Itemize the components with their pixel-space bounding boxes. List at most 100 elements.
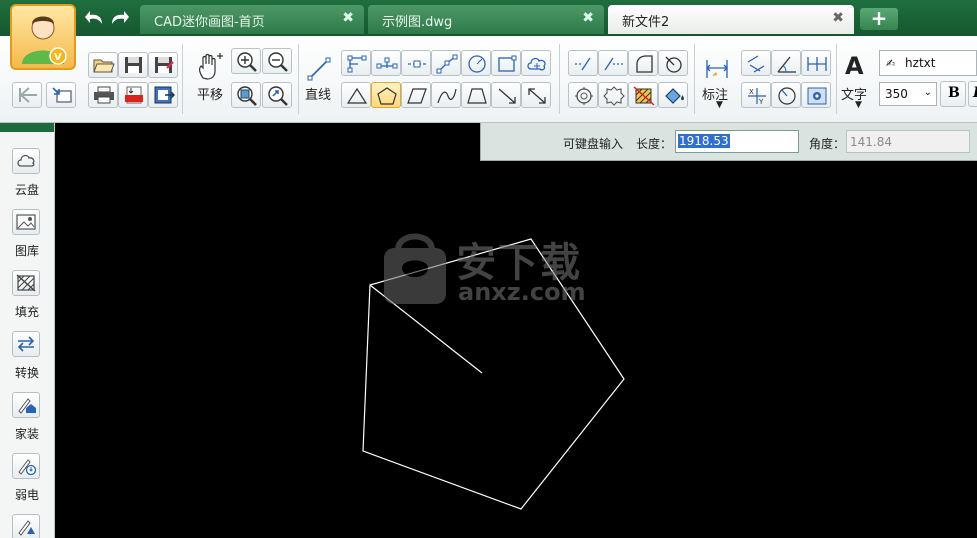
sidebar-item-convert[interactable]: 转换: [0, 331, 54, 391]
convert-icon: [12, 331, 40, 357]
zoom-out-button[interactable]: [262, 48, 292, 74]
sidebar-top-strip: [0, 123, 54, 132]
tab-close-icon[interactable]: ✖: [582, 10, 594, 26]
sidebar-item-cloud[interactable]: 云盘: [0, 148, 54, 208]
fill-bucket-tool-button[interactable]: [658, 82, 688, 108]
line-label: 直线: [305, 88, 332, 103]
canvas-drawing: [362, 238, 625, 510]
angle-input[interactable]: 141.84: [846, 130, 970, 153]
line-tool-icon[interactable]: [306, 56, 332, 82]
cloud-line-tool-button[interactable]: [521, 50, 551, 76]
divider: [298, 44, 299, 114]
angle-dimension-button[interactable]: [771, 50, 801, 76]
rotate-tool-button[interactable]: [568, 82, 598, 108]
watermark: 安下载 anxz.com: [380, 228, 600, 310]
sidebar-item-label: 填充: [14, 305, 39, 319]
export-image-button[interactable]: [148, 82, 178, 108]
polyline-tool-button[interactable]: [341, 50, 371, 76]
font-name-value: hztxt: [905, 56, 936, 70]
coordinate-dimension-button[interactable]: XY: [741, 82, 771, 108]
trim-tool-button[interactable]: [568, 50, 598, 76]
italic-button[interactable]: I: [968, 81, 977, 107]
dimension-dropdown-icon[interactable]: ▼: [716, 100, 723, 110]
zoom-window-button[interactable]: [231, 82, 261, 108]
hatch-icon: [12, 270, 40, 296]
arrow-line-tool-button[interactable]: [491, 82, 521, 108]
open-button[interactable]: [88, 52, 118, 78]
font-name-select[interactable]: ✍ hztxt: [879, 50, 977, 76]
low-voltage-icon: [12, 453, 40, 479]
font-size-select[interactable]: 350 ⌄: [879, 82, 937, 106]
hatch-tool-button[interactable]: [628, 82, 658, 108]
vip-badge: V: [54, 52, 62, 63]
double-arrow-tool-button[interactable]: [521, 82, 551, 108]
dimension-settings-button[interactable]: [801, 82, 831, 108]
save-button[interactable]: [118, 52, 148, 78]
length-value: 1918.53: [678, 134, 730, 148]
triangle-tool-button[interactable]: [341, 82, 371, 108]
text-dropdown-icon[interactable]: ▼: [855, 100, 862, 110]
fillet-tool-button[interactable]: [628, 50, 658, 76]
polygon-tool-button[interactable]: [371, 82, 401, 108]
back-button[interactable]: [12, 82, 42, 108]
chevron-down-icon: ⌄: [923, 87, 932, 98]
save-as-button[interactable]: [148, 52, 178, 78]
tab-new-file-2[interactable]: 新文件2 ✖: [608, 5, 854, 34]
aligned-dimension-button[interactable]: [741, 50, 771, 76]
redo-icon[interactable]: [108, 8, 130, 28]
watermark-bag-icon: [384, 233, 446, 304]
bold-glyph: B: [948, 85, 960, 101]
tab-label: CAD迷你画图-首页: [154, 15, 265, 30]
break-tool-button[interactable]: [658, 50, 688, 76]
extend-tool-button[interactable]: [598, 50, 628, 76]
ribbon-toolbar: 平移 直线 标注 ▼ X Y A 文字 ▼ ✍ hztxt 350 ⌄ B: [0, 36, 977, 123]
zoom-extents-button[interactable]: [262, 82, 292, 108]
dimension-label: 标注: [702, 88, 729, 103]
spline-tool-button[interactable]: [431, 82, 461, 108]
drawing-canvas[interactable]: [55, 123, 977, 538]
double-line-tool-button[interactable]: [401, 50, 431, 76]
radius-dimension-button[interactable]: [771, 82, 801, 108]
text-tool-icon[interactable]: A: [845, 52, 864, 80]
home-decor-icon: [12, 392, 40, 418]
tab-close-icon[interactable]: ✖: [342, 10, 354, 26]
avatar[interactable]: V: [10, 4, 76, 70]
export-pdf-button[interactable]: [118, 82, 148, 108]
continue-dimension-button[interactable]: [801, 50, 831, 76]
left-sidebar: 云盘 图库 填充 转换 家装 弱电: [0, 123, 55, 538]
tab-close-icon[interactable]: ✖: [832, 10, 844, 26]
offset-tool-button[interactable]: [598, 82, 628, 108]
sidebar-item-low-voltage[interactable]: 弱电: [0, 453, 54, 513]
trapezoid-tool-button[interactable]: [461, 82, 491, 108]
insert-button[interactable]: [46, 82, 76, 108]
divider: [694, 44, 695, 114]
parallelogram-tool-button[interactable]: [401, 82, 431, 108]
tab-label: 新文件2: [622, 15, 670, 30]
circle-tool-button[interactable]: [461, 50, 491, 76]
length-input[interactable]: 1918.53: [675, 130, 799, 153]
bold-button[interactable]: B: [940, 81, 966, 107]
add-tab-button[interactable]: +: [860, 8, 898, 30]
sidebar-item-label: 转换: [14, 366, 39, 380]
sidebar-item-more[interactable]: [0, 514, 54, 538]
divider: [182, 44, 183, 114]
sidebar-item-home-decor[interactable]: 家装: [0, 392, 54, 452]
zoom-in-button[interactable]: [231, 48, 261, 74]
dimension-tool-icon[interactable]: [704, 56, 730, 82]
sidebar-item-label: 弱电: [14, 488, 39, 502]
pan-label: 平移: [197, 88, 224, 103]
print-button[interactable]: [88, 82, 118, 108]
tab-sample-dwg[interactable]: 示例图.dwg ✖: [368, 5, 604, 34]
multiline-tool-button[interactable]: [371, 50, 401, 76]
undo-icon[interactable]: [84, 8, 106, 28]
pan-hand-icon[interactable]: [195, 52, 225, 82]
ray-tool-button[interactable]: [431, 50, 461, 76]
sidebar-item-hatch[interactable]: 填充: [0, 270, 54, 330]
input-panel-title: 可键盘输入: [563, 137, 624, 151]
divider: [559, 44, 560, 114]
svg-text:Y: Y: [758, 98, 764, 106]
sidebar-item-label: 家装: [14, 427, 39, 441]
tab-home[interactable]: CAD迷你画图-首页 ✖: [140, 5, 364, 34]
rectangle-tool-button[interactable]: [491, 50, 521, 76]
sidebar-item-gallery[interactable]: 图库: [0, 209, 54, 269]
